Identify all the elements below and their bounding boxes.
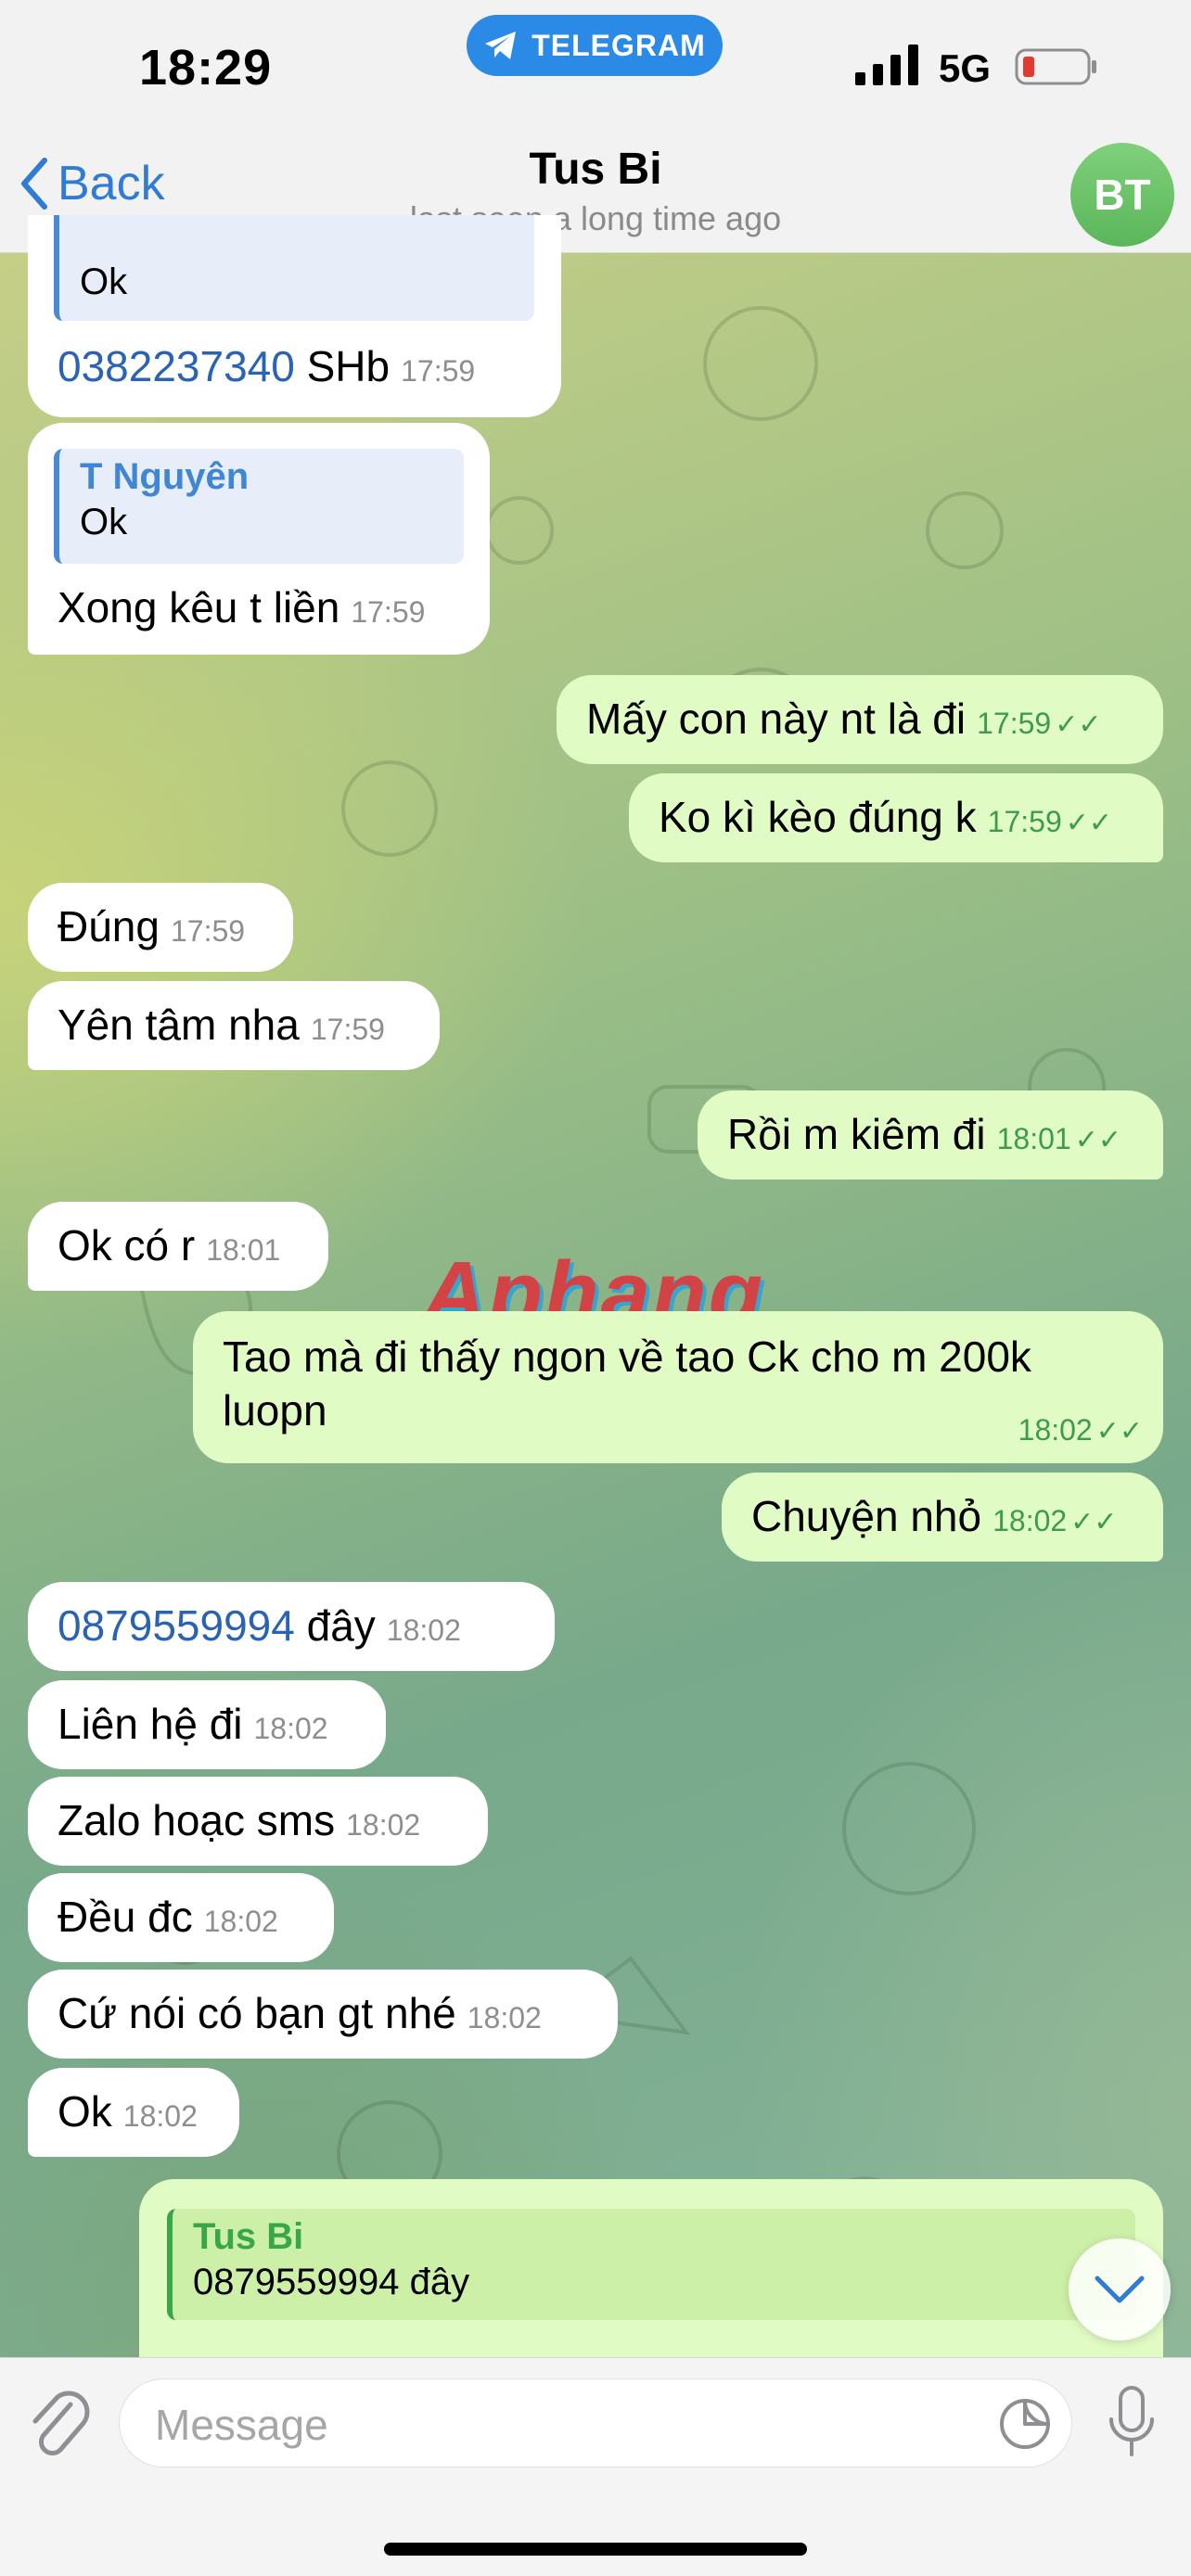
sticker-icon[interactable] bbox=[997, 2396, 1053, 2452]
message-text: Mấy con này nt là đi bbox=[586, 695, 967, 743]
message-incoming[interactable]: Đều đc 18:02 bbox=[28, 1873, 334, 1962]
message-text: Liên hệ đi bbox=[58, 1700, 243, 1748]
message-field bbox=[119, 2378, 1072, 2468]
message-incoming[interactable]: Đúng 17:59 bbox=[28, 883, 293, 972]
message-incoming[interactable]: Ok có r 18:01 bbox=[28, 1202, 328, 1291]
message-text: Yên tâm nha bbox=[58, 1001, 300, 1049]
message-text: Rồi m kiêm đi bbox=[727, 1110, 986, 1158]
read-checkmarks-icon: ✓✓ bbox=[1074, 1125, 1121, 1155]
message-incoming[interactable]: Cứ nói có bạn gt nhé 18:02 bbox=[28, 1970, 618, 2059]
message-incoming[interactable]: T Nguyên Ok Xong kêu t liền 17:59 bbox=[28, 423, 490, 655]
reply-quote-author: T Nguyên bbox=[80, 456, 250, 497]
message-time: 18:02 bbox=[467, 2001, 542, 2034]
microphone-icon[interactable] bbox=[1104, 2378, 1159, 2468]
message-time: 18:02 bbox=[122, 2099, 198, 2133]
reply-quote[interactable]: Ok bbox=[54, 215, 534, 321]
message-time: 17:59 bbox=[977, 707, 1052, 740]
message-text: Ok có r bbox=[58, 1221, 196, 1269]
status-time: 18:29 bbox=[139, 40, 273, 96]
message-time: 18:02 bbox=[1018, 1413, 1093, 1447]
message-outgoing[interactable]: Tus Bi 0879559994 đây bbox=[139, 2179, 1163, 2357]
message-outgoing[interactable]: Tao mà đi thấy ngon về tao Ck cho m 200k… bbox=[193, 1311, 1163, 1463]
paperclip-icon[interactable] bbox=[26, 2386, 91, 2460]
reply-quote-text: Ok bbox=[80, 261, 128, 302]
message-text: Chuyện nhỏ bbox=[751, 1492, 982, 1540]
telegram-chat-screen: 18:29 TELEGRAM 5G Back Tus Bi last seen … bbox=[0, 0, 1191, 2576]
message-incoming[interactable]: Yên tâm nha 17:59 bbox=[28, 981, 440, 1070]
read-checkmarks-icon: ✓✓ bbox=[1070, 1507, 1118, 1537]
message-text: Ok bbox=[58, 2087, 112, 2136]
message-time: 18:02 bbox=[203, 1905, 278, 1938]
read-checkmarks-icon: ✓✓ bbox=[1095, 1416, 1143, 1447]
reply-quote[interactable]: Tus Bi 0879559994 đây bbox=[167, 2209, 1135, 2320]
reply-quote[interactable]: T Nguyên Ok bbox=[54, 449, 464, 564]
network-type: 5G bbox=[939, 46, 992, 90]
telegram-pill[interactable]: TELEGRAM bbox=[467, 15, 723, 76]
message-text: SHb bbox=[294, 342, 391, 390]
phone-number-link[interactable]: 0382237340 bbox=[58, 342, 295, 390]
message-time: 18:02 bbox=[992, 1504, 1068, 1537]
message-outgoing[interactable]: Rồi m kiêm đi 18:01 ✓✓ bbox=[698, 1090, 1163, 1180]
message-time: 18:02 bbox=[346, 1808, 421, 1842]
message-text: Đúng bbox=[58, 902, 160, 950]
message-outgoing[interactable]: Ko kì kèo đúng k 17:59 ✓✓ bbox=[629, 773, 1163, 862]
message-text: Zalo hoạc sms bbox=[58, 1796, 336, 1844]
home-indicator[interactable] bbox=[384, 2543, 807, 2556]
reply-quote-text: 0879559994 đây bbox=[193, 2262, 470, 2302]
message-incoming[interactable]: 0879559994 đây 18:02 bbox=[28, 1582, 555, 1671]
message-input[interactable] bbox=[153, 2396, 954, 2454]
message-text: Cứ nói có bạn gt nhé bbox=[58, 1989, 456, 2037]
message-text: đây bbox=[294, 1601, 376, 1650]
message-incoming[interactable]: Ok 18:02 bbox=[28, 2068, 239, 2157]
message-incoming[interactable]: Zalo hoạc sms 18:02 bbox=[28, 1777, 488, 1866]
reply-quote-text: Ok bbox=[80, 502, 128, 542]
message-time: 17:59 bbox=[351, 595, 426, 629]
read-checkmarks-icon: ✓✓ bbox=[1065, 808, 1113, 838]
message-time: 17:59 bbox=[170, 914, 246, 948]
phone-number-link[interactable]: 0879559994 bbox=[58, 1601, 295, 1650]
message-time: 18:01 bbox=[206, 1233, 281, 1267]
message-text-line-1: Tao mà đi thấy ngon về tao Ck cho m 200k bbox=[223, 1333, 1031, 1381]
message-time: 17:59 bbox=[987, 805, 1062, 838]
message-text: Ko kì kèo đúng k bbox=[659, 793, 977, 841]
message-time: 18:02 bbox=[253, 1712, 328, 1745]
telegram-plane-icon bbox=[485, 32, 517, 59]
message-text-line-2: luopn bbox=[223, 1386, 327, 1435]
cellular-signal-icon bbox=[855, 45, 918, 85]
message-time: 18:01 bbox=[996, 1122, 1071, 1155]
battery-low-icon bbox=[1015, 48, 1096, 85]
read-checkmarks-icon: ✓✓ bbox=[1055, 709, 1102, 740]
message-text: Đều đc bbox=[58, 1893, 193, 1941]
message-outgoing[interactable]: Mấy con này nt là đi 17:59 ✓✓ bbox=[557, 675, 1163, 764]
chat-title[interactable]: Tus Bi bbox=[0, 144, 1191, 195]
message-outgoing[interactable]: Chuyện nhỏ 18:02 ✓✓ bbox=[722, 1473, 1163, 1562]
telegram-pill-label: TELEGRAM bbox=[531, 28, 706, 62]
avatar[interactable]: BT bbox=[1070, 143, 1174, 247]
message-text: Xong kêu t liền bbox=[58, 583, 340, 631]
message-incoming[interactable]: Liên hệ đi 18:02 bbox=[28, 1680, 386, 1769]
chevron-down-icon bbox=[1095, 2276, 1145, 2303]
message-time: 17:59 bbox=[401, 354, 476, 388]
message-time: 18:02 bbox=[386, 1613, 461, 1647]
reply-quote-author: Tus Bi bbox=[193, 2216, 304, 2257]
scroll-to-bottom-button[interactable] bbox=[1069, 2238, 1171, 2340]
message-incoming[interactable]: Ok 0382237340 SHb 17:59 bbox=[28, 215, 561, 417]
message-time: 17:59 bbox=[310, 1013, 385, 1046]
